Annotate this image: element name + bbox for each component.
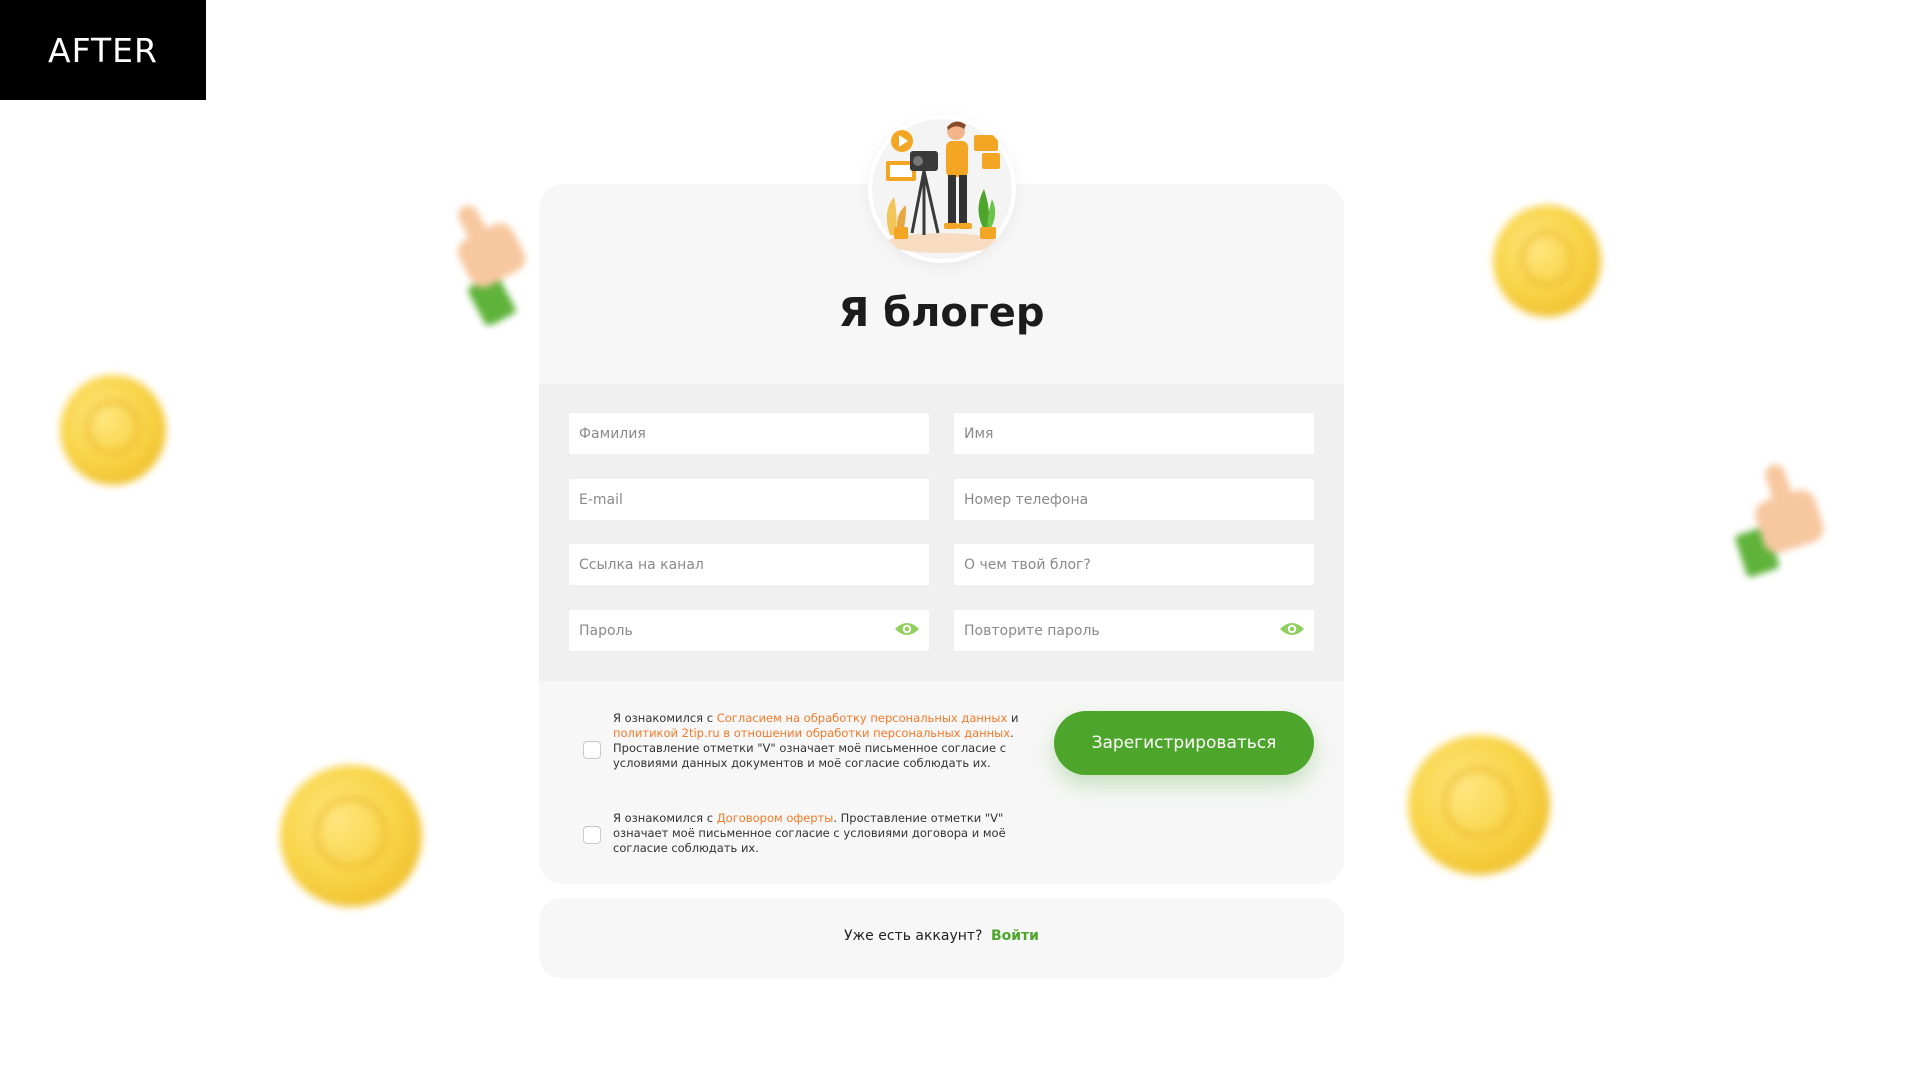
consent-offer-text: Я ознакомился с Договором оферты. Проста… xyxy=(613,811,1028,856)
password-input[interactable] xyxy=(569,610,929,651)
coin-decoration xyxy=(1493,205,1601,317)
coin-decoration xyxy=(280,765,422,907)
register-button[interactable]: Зарегистрироваться xyxy=(1054,711,1314,775)
email-input[interactable] xyxy=(569,479,929,520)
consent-personal-data-checkbox[interactable] xyxy=(583,741,601,759)
phone-input[interactable] xyxy=(954,479,1314,520)
after-badge: AFTER xyxy=(0,0,206,100)
consent-text: Я ознакомился с xyxy=(613,811,717,825)
privacy-policy-link[interactable]: политикой 2tip.ru в отношении обработки … xyxy=(613,726,1010,740)
consent-offer-checkbox[interactable] xyxy=(583,826,601,844)
blog-topic-input[interactable] xyxy=(954,544,1314,585)
login-question: Уже есть аккаунт? xyxy=(844,928,983,944)
first-name-input[interactable] xyxy=(954,413,1314,454)
personal-data-agreement-link[interactable]: Согласием на обработку персональных данн… xyxy=(717,711,1008,725)
consent-personal-data-text: Я ознакомился с Согласием на обработку п… xyxy=(613,711,1028,771)
thumbs-up-decoration xyxy=(457,205,526,325)
consent-text: Я ознакомился с xyxy=(613,711,717,725)
offer-agreement-link[interactable]: Договором оферты xyxy=(717,811,834,825)
channel-link-input[interactable] xyxy=(569,544,929,585)
coin-decoration xyxy=(1408,735,1550,875)
password-repeat-input[interactable] xyxy=(954,610,1314,651)
coin-decoration xyxy=(60,375,166,485)
login-prompt: Уже есть аккаунт? Войти xyxy=(539,928,1344,944)
eye-icon[interactable] xyxy=(894,620,920,638)
last-name-input[interactable] xyxy=(569,413,929,454)
page: AFTER Я блогер Фамилия Имя E-mail Номер … xyxy=(0,0,1920,1080)
consent-text: и xyxy=(1007,711,1019,725)
blogger-illustration xyxy=(868,115,1016,263)
thumbs-up-decoration xyxy=(1735,464,1824,578)
eye-icon[interactable] xyxy=(1279,620,1305,638)
login-link[interactable]: Войти xyxy=(991,928,1039,944)
page-title: Я блогер xyxy=(838,290,1045,336)
